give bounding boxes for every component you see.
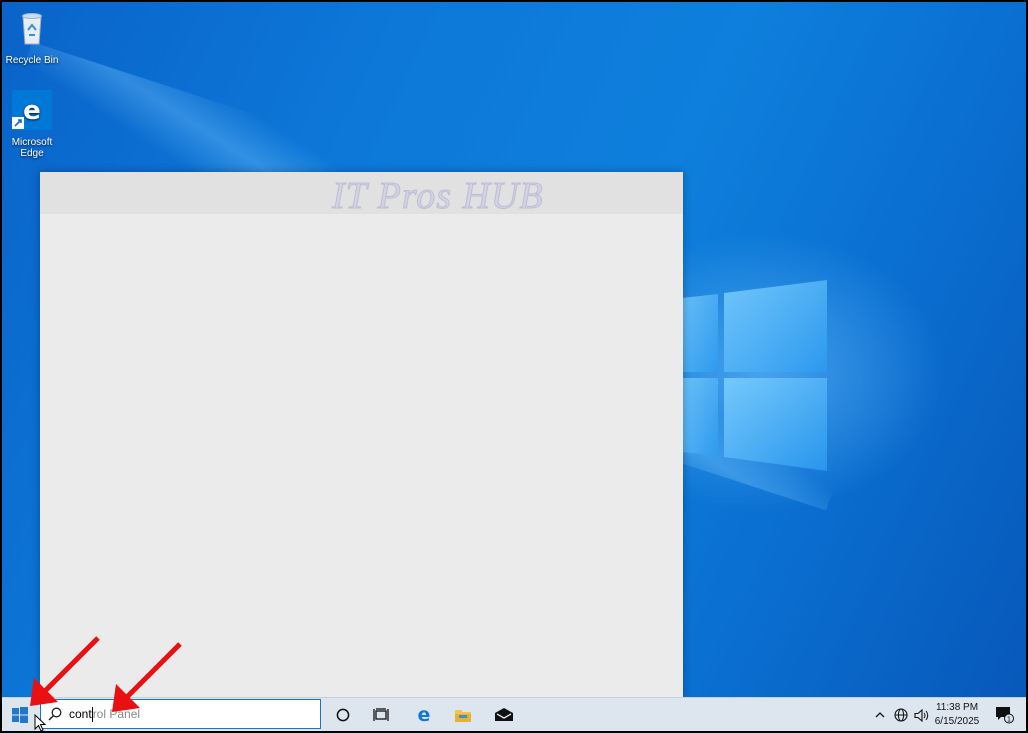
desktop-icon-microsoft-edge[interactable]: e Microsoft Edge [2,90,62,159]
notification-count: 1 [1007,716,1011,724]
taskbar-edge-button[interactable]: e [408,698,440,731]
mouse-cursor-icon [34,714,46,731]
taskbar-clock[interactable]: 11:38 PM 6/15/2025 [932,701,982,729]
edge-label: Microsoft Edge [11,137,53,159]
desktop: Recycle Bin e Microsoft Edge IT Pros HUB [2,2,1026,731]
task-view-button[interactable] [366,698,396,731]
globe-network-icon [894,708,908,722]
mail-button[interactable] [488,698,520,731]
edge-icon: e [12,90,52,130]
show-hidden-icons-button[interactable] [872,698,888,731]
task-view-icon [373,708,389,721]
recycle-bin-label: Recycle Bin [5,55,59,66]
svg-text:e: e [418,706,431,724]
annotation-arrow-search [112,642,182,712]
file-explorer-button[interactable] [447,698,479,731]
mail-icon [495,708,513,721]
chevron-up-icon [875,712,885,718]
network-button[interactable] [892,698,910,731]
annotation-arrow-start [30,636,100,706]
recycle-bin-icon [22,13,42,45]
cortana-button[interactable] [328,698,358,731]
folder-icon [455,710,471,722]
cortana-circle-icon [336,708,350,722]
wallpaper-windows-logo [682,280,827,471]
action-center-button[interactable]: 1 [992,698,1018,731]
desktop-icon-recycle-bin[interactable]: Recycle Bin [2,8,62,66]
notification-icon: 1 [996,707,1014,724]
watermark: IT Pros HUB [332,175,544,218]
volume-button[interactable] [912,698,930,731]
search-panel [40,172,683,698]
speaker-icon [913,708,928,722]
clock-date: 6/15/2025 [934,716,980,727]
svg-text:e: e [23,96,41,126]
edge-icon: e [418,706,431,724]
clock-time: 11:38 PM [935,702,979,713]
